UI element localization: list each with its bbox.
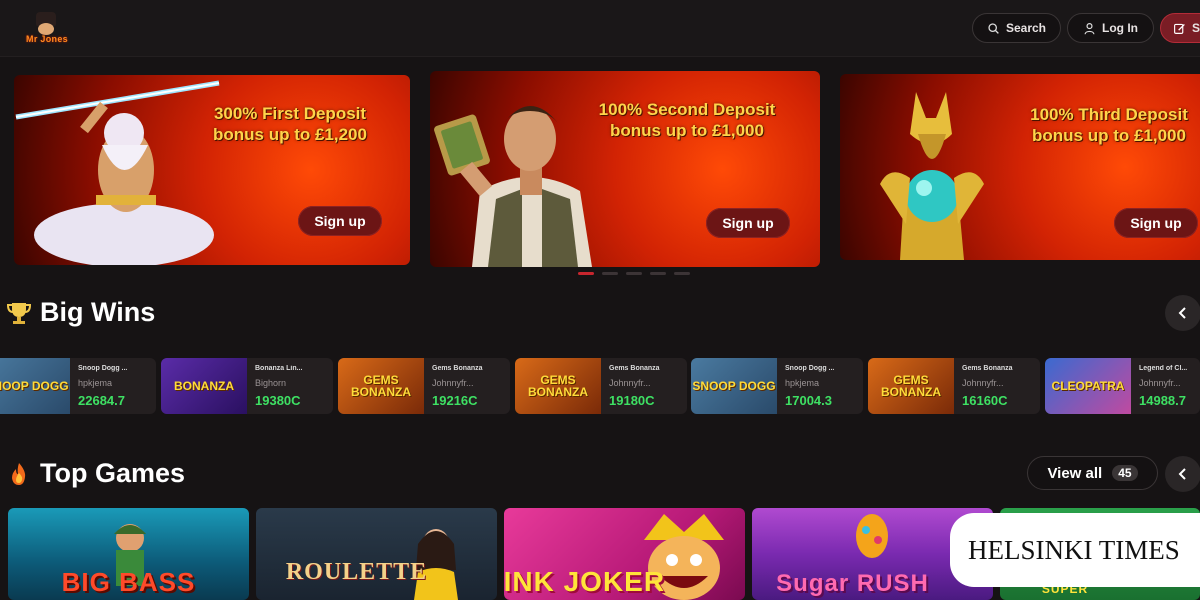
big-win-card[interactable]: SNOOP DOGG Snoop Dogg ... hpkjema 17004.… — [691, 358, 863, 414]
view-all-count-badge: 45 — [1112, 465, 1138, 481]
banner-2-signup-button[interactable]: Sign up — [706, 208, 790, 238]
promo-banner-third-deposit[interactable]: 100% Third Deposit bonus up to £1,000 Si… — [840, 74, 1200, 260]
big-win-card[interactable]: GEMS BONANZA Gems Bonanza Johnnyfr... 19… — [338, 358, 510, 414]
game-title: ROULETTE — [285, 559, 428, 585]
win-amount: 14988.7 — [1139, 393, 1186, 408]
fire-icon — [12, 462, 26, 485]
win-amount: 22684.7 — [78, 393, 125, 408]
big-wins-prev-button[interactable] — [1165, 295, 1200, 331]
view-all-label: View all — [1047, 464, 1103, 482]
game-card[interactable]: ROULETTE — [256, 508, 497, 600]
carousel-dot[interactable] — [626, 272, 642, 275]
search-icon — [988, 22, 999, 34]
carousel-dot[interactable] — [578, 272, 594, 275]
edit-icon — [1174, 23, 1185, 34]
signup-label: S — [1192, 21, 1200, 35]
banner-2-headline-line1: 100% Second Deposit — [598, 100, 776, 119]
banner-1-signup-button[interactable]: Sign up — [298, 206, 382, 236]
win-amount: 19380C — [255, 393, 301, 408]
game-thumbnail: SNOOP DOGG — [0, 358, 70, 414]
game-thumbnail: SNOOP DOGG — [691, 358, 777, 414]
egg-figure — [856, 514, 888, 558]
chevron-left-icon — [1178, 307, 1186, 319]
big-win-card[interactable]: GEMS BONANZA Gems Bonanza Johnnyfr... 16… — [868, 358, 1040, 414]
login-button[interactable]: Log In — [1067, 13, 1154, 43]
win-player-name: Johnnyfr... — [432, 378, 474, 388]
top-games-prev-button[interactable] — [1165, 456, 1200, 492]
login-label: Log In — [1102, 21, 1138, 35]
carousel-dot[interactable] — [650, 272, 666, 275]
win-player-name: hpkjema — [78, 378, 113, 388]
watermark-logo: HELSINKI TIMES — [950, 513, 1200, 587]
big-win-card[interactable]: BONANZA Bonanza Lin... Bighorn 19380C — [161, 358, 333, 414]
search-button[interactable]: Search — [972, 13, 1061, 43]
win-player-name: Johnnyfr... — [609, 378, 651, 388]
signup-button[interactable]: S — [1160, 13, 1200, 43]
game-title: PINK JOKER — [504, 566, 666, 597]
win-amount: 19180C — [609, 393, 655, 408]
promo-banner-second-deposit[interactable]: 100% Second Deposit bonus up to £1,000 S… — [430, 71, 820, 267]
game-thumbnail: CLEOPATRA — [1045, 358, 1131, 414]
big-wins-title: Big Wins — [40, 297, 156, 327]
anubis-illustration — [880, 92, 984, 260]
win-player-name: hpkjema — [785, 378, 820, 388]
promo-banner-first-deposit[interactable]: 300% First Deposit bonus up to £1,200 Si… — [14, 75, 410, 265]
search-label: Search — [1005, 21, 1047, 35]
view-all-button[interactable]: View all 45 — [1027, 456, 1158, 490]
win-game-name: Snoop Dogg ... — [785, 365, 835, 372]
big-wins-list: SNOOP DOGG Snoop Dogg ... hpkjema 22684.… — [0, 358, 1200, 414]
win-amount: 16160C — [962, 393, 1008, 408]
game-card[interactable]: BIG BASS — [8, 508, 249, 600]
win-amount: 17004.3 — [785, 393, 832, 408]
win-player-name: Bighorn — [255, 378, 287, 388]
win-player-name: Johnnyfr... — [1139, 378, 1181, 388]
site-logo[interactable]: Mr Jones — [14, 8, 80, 46]
game-title: BIG BASS — [61, 567, 196, 597]
chevron-left-icon — [1178, 468, 1186, 480]
game-card[interactable]: PINK JOKER — [504, 508, 745, 600]
banner-3-headline-line2: bonus up to £1,000 — [1032, 126, 1186, 145]
big-win-card[interactable]: CLEOPATRA Legend of Cl... Johnnyfr... 14… — [1045, 358, 1200, 414]
top-games-title: Top Games — [40, 458, 186, 488]
big-win-card[interactable]: GEMS BONANZA Gems Bonanza Johnnyfr... 19… — [515, 358, 687, 414]
win-game-name: Gems Bonanza — [432, 365, 483, 372]
carousel-dot[interactable] — [602, 272, 618, 275]
big-win-card[interactable]: SNOOP DOGG Snoop Dogg ... hpkjema 22684.… — [0, 358, 156, 414]
banner-1-headline-line2: bonus up to £1,200 — [213, 125, 367, 144]
game-thumbnail: GEMS BONANZA — [868, 358, 954, 414]
trophy-icon — [6, 302, 32, 324]
win-game-name: Legend of Cl... — [1139, 365, 1188, 372]
win-game-name: Snoop Dogg ... — [78, 365, 128, 372]
banner-3-headline-line1: 100% Third Deposit — [1030, 105, 1188, 124]
banner-carousel-dots — [578, 272, 690, 275]
game-thumbnail: GEMS BONANZA — [338, 358, 424, 414]
big-wins-heading: Big Wins — [6, 297, 155, 328]
win-amount: 19216C — [432, 393, 478, 408]
carousel-dot[interactable] — [674, 272, 690, 275]
banner-1-headline-line1: 300% First Deposit — [213, 104, 367, 123]
game-thumbnail: GEMS BONANZA — [515, 358, 601, 414]
banner-3-signup-button[interactable]: Sign up — [1114, 208, 1198, 238]
banner-2-headline-line2: bonus up to £1,000 — [610, 121, 764, 140]
top-games-heading: Top Games — [6, 458, 185, 489]
win-game-name: Gems Bonanza — [962, 365, 1013, 372]
win-game-name: Bonanza Lin... — [255, 365, 303, 372]
win-player-name: Johnnyfr... — [962, 378, 1004, 388]
top-header: Mr Jones Search Log In S — [0, 0, 1200, 57]
user-icon — [1084, 22, 1095, 34]
logo-text: Mr Jones — [26, 34, 68, 44]
game-thumbnail: BONANZA — [161, 358, 247, 414]
win-game-name: Gems Bonanza — [609, 365, 660, 372]
